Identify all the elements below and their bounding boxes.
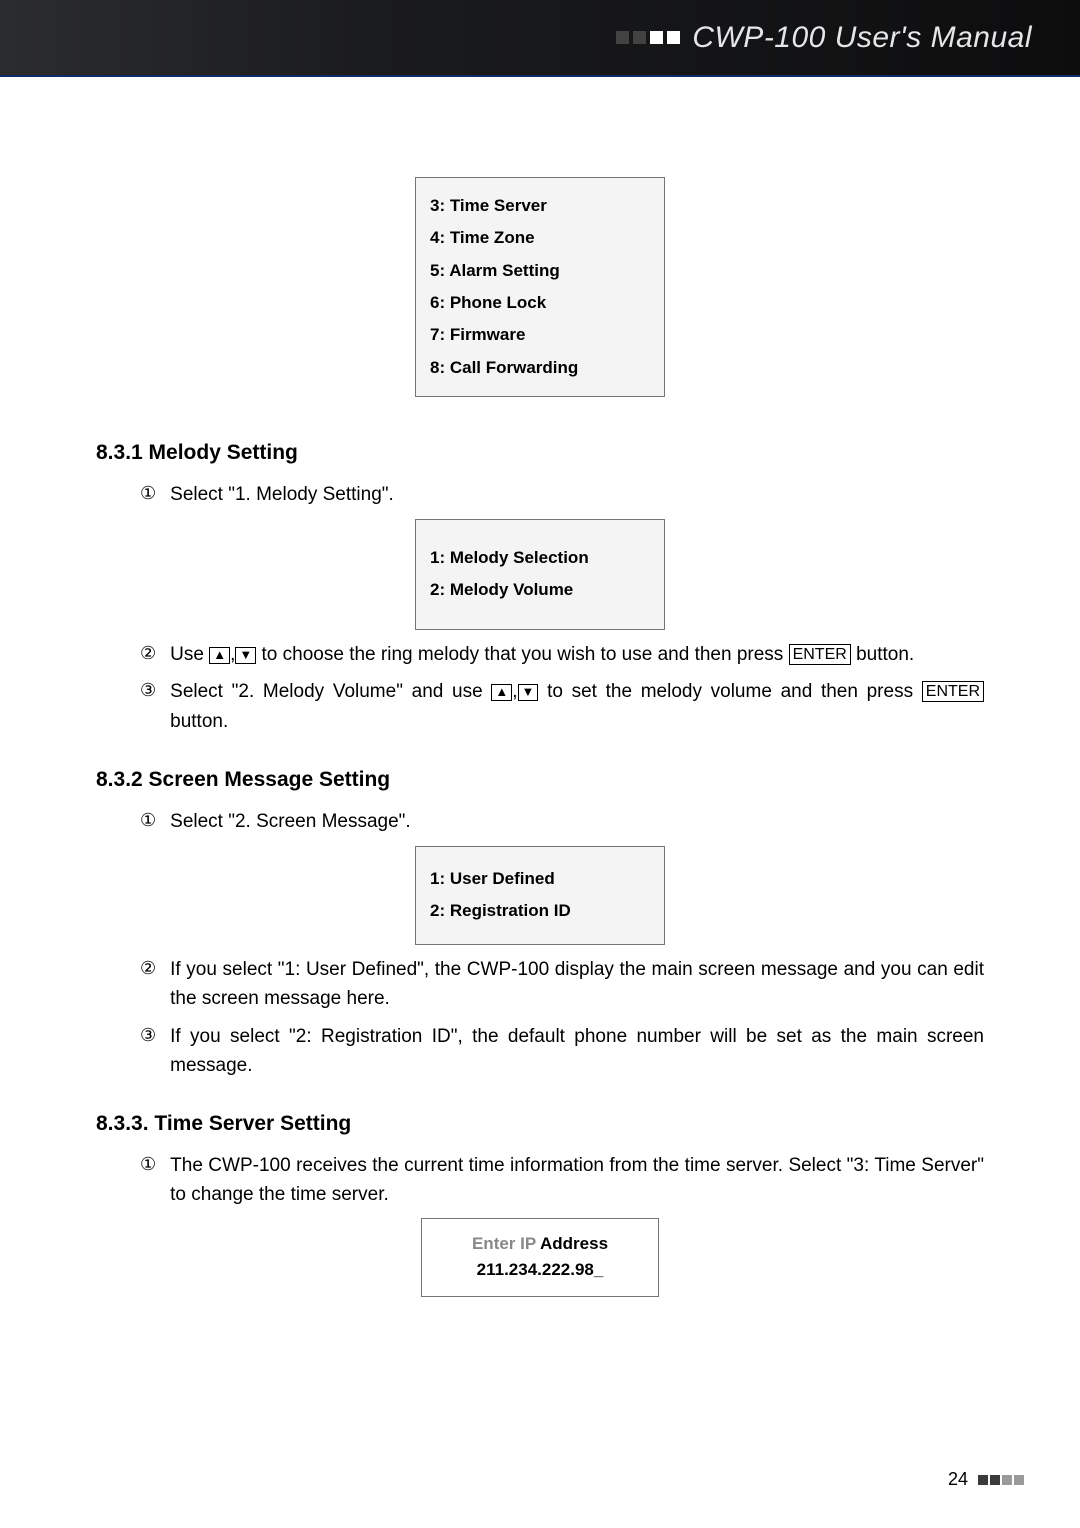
step-text: If you select "1: User Defined", the CWP… xyxy=(170,955,984,1014)
text: button. xyxy=(170,711,228,732)
enter-key-label: ENTER xyxy=(789,644,851,665)
section-heading-832: 8.3.2 Screen Message Setting xyxy=(96,764,984,797)
step: ③ If you select "2: Registration ID", th… xyxy=(96,1022,984,1081)
menu-item: 5: Alarm Setting xyxy=(430,255,650,287)
submenu-item: 2: Melody Volume xyxy=(430,574,650,606)
step: ① The CWP-100 receives the current time … xyxy=(96,1151,984,1210)
step-number: ① xyxy=(140,807,156,835)
step: ② Use ▲,▼ to choose the ring melody that… xyxy=(96,640,984,669)
banner-title: CWP-100 User's Manual xyxy=(692,21,1032,55)
step-number: ① xyxy=(140,480,156,508)
page-footer: 24 xyxy=(948,1469,1024,1490)
section-heading-831: 8.3.1 Melody Setting xyxy=(96,437,984,470)
text: to set the melody volume and then press xyxy=(547,681,922,702)
step: ② If you select "1: User Defined", the C… xyxy=(96,955,984,1014)
content: 3: Time Server 4: Time Zone 5: Alarm Set… xyxy=(0,77,1080,1297)
step-text: Select "2. Melody Volume" and use ▲,▼ to… xyxy=(170,677,984,736)
text: to choose the ring melody that you wish … xyxy=(262,644,789,665)
ip-value: 211.234.222.98_ xyxy=(422,1257,658,1283)
step-text: Select "2. Screen Message". xyxy=(170,807,984,836)
footer-blocks-icon xyxy=(978,1475,1024,1485)
step-text: Select "1. Melody Setting". xyxy=(170,480,984,509)
step-number: ② xyxy=(140,640,156,668)
text: Select "2. Melody Volume" and use xyxy=(170,681,491,702)
step-number: ③ xyxy=(140,677,156,705)
page-number: 24 xyxy=(948,1469,968,1490)
menu-item: 6: Phone Lock xyxy=(430,287,650,319)
page: CWP-100 User's Manual 3: Time Server 4: … xyxy=(0,0,1080,1528)
step-number: ② xyxy=(140,955,156,983)
submenu-item: 2: Registration ID xyxy=(430,895,650,927)
logo-blocks xyxy=(616,31,680,44)
step-number: ① xyxy=(140,1151,156,1179)
enter-key-label: ENTER xyxy=(922,681,984,702)
screen-submenu-box: 1: User Defined 2: Registration ID xyxy=(415,846,665,945)
step: ① Select "1. Melody Setting". xyxy=(96,480,984,509)
menu-item: 8: Call Forwarding xyxy=(430,352,650,384)
ip-box-title: Enter IP Address xyxy=(422,1231,658,1257)
steps-831: ① Select "1. Melody Setting". xyxy=(96,480,984,509)
text: Enter IP xyxy=(472,1234,540,1253)
up-key-icon: ▲ xyxy=(209,647,230,664)
down-key-icon: ▼ xyxy=(235,647,256,664)
step-text: Use ▲,▼ to choose the ring melody that y… xyxy=(170,640,984,669)
menu-item: 3: Time Server xyxy=(430,190,650,222)
submenu-item: 1: User Defined xyxy=(430,863,650,895)
text: button. xyxy=(856,644,914,665)
steps-832: ① Select "2. Screen Message". xyxy=(96,807,984,836)
down-key-icon: ▼ xyxy=(518,684,539,701)
header-banner: CWP-100 User's Manual xyxy=(0,0,1080,77)
settings-menu-box: 3: Time Server 4: Time Zone 5: Alarm Set… xyxy=(415,177,665,397)
step-number: ③ xyxy=(140,1022,156,1050)
step-text: The CWP-100 receives the current time in… xyxy=(170,1151,984,1210)
step-text: If you select "2: Registration ID", the … xyxy=(170,1022,984,1081)
up-key-icon: ▲ xyxy=(491,684,512,701)
submenu-item: 1: Melody Selection xyxy=(430,542,650,574)
ip-entry-box: Enter IP Address 211.234.222.98_ xyxy=(421,1218,659,1297)
menu-item: 4: Time Zone xyxy=(430,222,650,254)
menu-item: 7: Firmware xyxy=(430,319,650,351)
melody-submenu-box: 1: Melody Selection 2: Melody Volume xyxy=(415,519,665,630)
section-heading-833: 8.3.3. Time Server Setting xyxy=(96,1108,984,1141)
step: ① Select "2. Screen Message". xyxy=(96,807,984,836)
step: ③ Select "2. Melody Volume" and use ▲,▼ … xyxy=(96,677,984,736)
steps-833: ① The CWP-100 receives the current time … xyxy=(96,1151,984,1210)
text: Address xyxy=(540,1234,608,1253)
steps-832b: ② If you select "1: User Defined", the C… xyxy=(96,955,984,1081)
text: Use xyxy=(170,644,209,665)
steps-831b: ② Use ▲,▼ to choose the ring melody that… xyxy=(96,640,984,736)
